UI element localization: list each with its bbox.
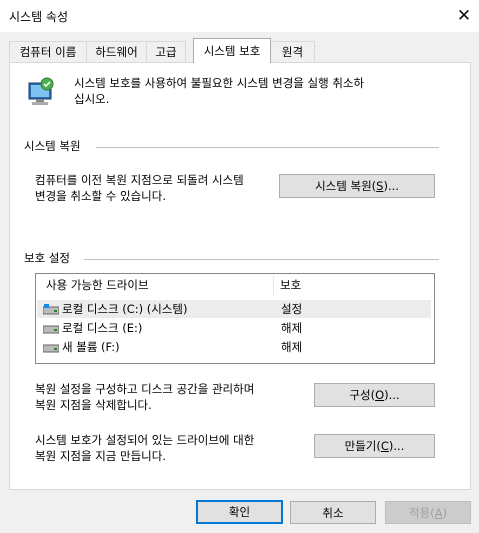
button-label: 적용( <box>408 505 435 520</box>
drive-protection-status: 해제 <box>281 340 303 354</box>
create-button[interactable]: 만들기(C)... <box>314 434 435 458</box>
system-protection-icon <box>23 75 57 109</box>
button-label: )... <box>384 388 400 402</box>
drive-name: 로컬 디스크 (C:) (시스템) <box>62 302 188 316</box>
button-label: 시스템 복원( <box>315 179 377 193</box>
button-label: 만들기( <box>344 439 381 453</box>
tab-advanced[interactable]: 고급 <box>146 41 186 62</box>
cancel-button[interactable]: 취소 <box>290 501 376 524</box>
drive-row[interactable]: 로컬 디스크 (E:) 해제 <box>37 319 431 337</box>
config-desc-line-1: 복원 설정을 구성하고 디스크 공간을 관리하며 <box>35 382 255 396</box>
intro-line-2: 십시오. <box>74 92 110 106</box>
drive-row[interactable]: 로컬 디스크 (C:) (시스템) 설정 <box>37 300 431 318</box>
button-label: )... <box>383 179 399 193</box>
config-desc-line-2: 복원 지점을 삭제합니다. <box>35 398 152 412</box>
drive-protection-status: 설정 <box>281 302 303 316</box>
apply-button: 적용(A) <box>385 501 471 524</box>
configure-button[interactable]: 구성(O)... <box>314 383 435 407</box>
button-label: 구성( <box>349 388 376 402</box>
access-key: O <box>375 388 385 402</box>
section-title-restore: 시스템 복원 <box>24 139 81 153</box>
tab-remote[interactable]: 원격 <box>270 41 315 62</box>
section-title-protection: 보호 설정 <box>24 251 70 265</box>
tab-hardware[interactable]: 하드웨어 <box>86 41 147 62</box>
button-label: )... <box>388 439 405 453</box>
close-icon[interactable]: ✕ <box>449 0 479 32</box>
section-divider <box>96 147 439 148</box>
drive-icon <box>42 342 60 353</box>
section-divider <box>84 259 439 260</box>
ok-button[interactable]: 확인 <box>196 500 283 524</box>
intro-line-1: 시스템 보호를 사용하여 불필요한 시스템 변경을 실행 취소하 <box>74 76 365 90</box>
column-header-drive[interactable]: 사용 가능한 드라이브 <box>46 274 266 296</box>
title-bar <box>0 0 479 32</box>
column-header-protection[interactable]: 보호 <box>280 274 340 296</box>
drive-list[interactable]: 사용 가능한 드라이브 보호 로컬 디스크 (C:) (시스템) 설정 로컬 디… <box>35 273 435 364</box>
drive-name: 로컬 디스크 (E:) <box>62 321 143 335</box>
drive-protection-status: 해제 <box>281 321 303 335</box>
create-desc-line-2: 복원 지점을 지금 만듭니다. <box>35 449 167 463</box>
restore-desc-line-2: 변경을 취소할 수 있습니다. <box>35 189 167 203</box>
create-desc-line-1: 시스템 보호가 설정되어 있는 드라이브에 대한 <box>35 433 255 447</box>
system-drive-icon <box>42 304 60 315</box>
drive-icon <box>42 323 60 334</box>
tab-system-protection[interactable]: 시스템 보호 <box>193 38 271 63</box>
access-key: C <box>380 439 389 453</box>
access-key: A <box>434 505 443 520</box>
window-title: 시스템 속성 <box>9 10 69 24</box>
system-restore-button[interactable]: 시스템 복원(S)... <box>279 174 435 198</box>
restore-desc-line-1: 컴퓨터를 이전 복원 지점으로 되돌려 시스템 <box>35 173 244 187</box>
tab-computer-name[interactable]: 컴퓨터 이름 <box>9 41 87 62</box>
access-key: S <box>376 179 384 193</box>
drive-name: 새 볼륨 (F:) <box>62 340 120 354</box>
button-label: ) <box>442 505 448 520</box>
drive-row[interactable]: 새 볼륨 (F:) 해제 <box>37 338 431 356</box>
column-divider[interactable] <box>273 276 274 295</box>
